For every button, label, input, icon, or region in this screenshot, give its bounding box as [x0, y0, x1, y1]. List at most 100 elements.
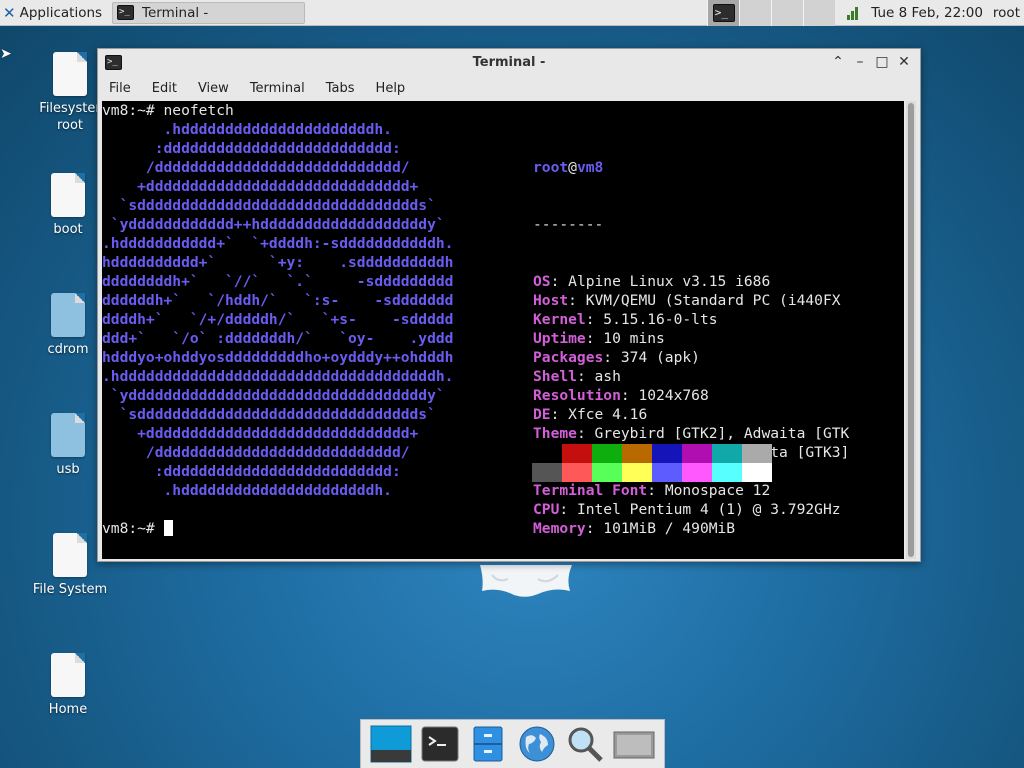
document-icon — [53, 52, 87, 96]
desktop-icon-label: cdrom — [47, 342, 89, 357]
dock-app-finder[interactable] — [563, 722, 607, 766]
info-key: Memory — [533, 520, 586, 537]
desktop-icon — [370, 725, 412, 763]
desktop-icon-cdrom[interactable]: cdrom — [28, 293, 108, 358]
minimize-icon[interactable]: – — [850, 53, 870, 71]
workspace-1[interactable]: >_ — [707, 0, 740, 26]
logo-line: .hddddddddddddddddddddddddddddddddddddh. — [102, 368, 454, 385]
info-value: 1024x768 — [638, 387, 709, 404]
info-value: 101MiB / 490MiB — [603, 520, 736, 537]
color-swatch — [532, 444, 562, 463]
dock — [360, 719, 665, 768]
logo-line: ddddh+` `/+/dddddh/` `+s- -sddddd — [102, 311, 454, 328]
dock-folder[interactable] — [612, 722, 656, 766]
xfce-mouse-mascot-icon — [480, 565, 572, 597]
info-row: Host: KVM/QEMU (Standard PC (i440FX — [533, 292, 841, 309]
logo-line: /dddddddddddddddddddddddddddd/ — [102, 159, 410, 176]
color-swatch — [592, 444, 622, 463]
dock-web-browser[interactable] — [515, 722, 559, 766]
taskbar-item-terminal[interactable]: >_ Terminal - — [112, 1, 306, 24]
info-row: Terminal Font: Monospace 12 — [533, 482, 771, 499]
menu-edit[interactable]: Edit — [141, 81, 187, 96]
desktop-icon-home[interactable]: Home — [28, 653, 108, 718]
logo-line: `ydddddddddddd++hdddddddddddddddddddy` — [102, 216, 445, 233]
info-host: vm8 — [576, 159, 604, 176]
drive-icon — [613, 731, 655, 759]
file-cabinet-icon — [473, 726, 503, 762]
info-row: Resolution: 1024x768 — [533, 387, 709, 404]
color-swatch — [532, 463, 562, 482]
dock-show-desktop[interactable] — [369, 722, 413, 766]
maximize-icon[interactable]: □ — [872, 53, 892, 71]
info-value: 5.15.16-0-lts — [603, 311, 718, 328]
terminal-window[interactable]: >_ Terminal - ⌃ – □ ✕ File Edit View Ter… — [97, 48, 921, 562]
workspace-2[interactable] — [739, 0, 772, 26]
workspace-3[interactable] — [771, 0, 804, 26]
network-icon[interactable] — [847, 5, 863, 21]
active-prompt[interactable]: vm8:~# — [102, 519, 173, 538]
logo-line: ddd+` `/o` :dddddddh/` `oy- .yddd — [102, 330, 454, 347]
top-panel: ✕ Applications >_ Terminal - >_ Tue 8 Fe… — [0, 0, 1024, 26]
scrollbar-thumb[interactable] — [908, 103, 914, 557]
rollup-icon[interactable]: ⌃ — [828, 53, 848, 71]
info-value: Greybird [GTK2], Adwaita [GTK — [594, 425, 850, 442]
drive-icon — [51, 413, 85, 457]
logo-line: :dddddddddddddddddddddddddd: — [102, 140, 401, 157]
close-icon[interactable]: ✕ — [894, 53, 914, 71]
clock[interactable]: Tue 8 Feb, 22:00 — [871, 5, 983, 21]
info-value: 10 mins — [603, 330, 665, 347]
menu-tabs[interactable]: Tabs — [315, 81, 365, 96]
info-key: Host — [533, 292, 569, 309]
info-value: Xfce 4.16 — [568, 406, 648, 423]
logo-line: .hddddddddddd+` `+ddddh:-sdddddddddddh. — [102, 235, 454, 252]
color-palette — [532, 444, 772, 482]
desktop-icon-boot[interactable]: boot — [28, 173, 108, 238]
dock-terminal[interactable] — [418, 722, 462, 766]
color-swatch — [742, 444, 772, 463]
info-row: Packages: 374 (apk) — [533, 349, 700, 366]
menu-terminal[interactable]: Terminal — [239, 81, 315, 96]
desktop-icon-usb[interactable]: usb — [28, 413, 108, 478]
color-swatch — [712, 463, 742, 482]
scrollbar[interactable] — [906, 101, 916, 559]
info-key: Uptime — [533, 330, 586, 347]
info-key: Kernel — [533, 311, 586, 328]
color-swatch — [652, 463, 682, 482]
menu-file[interactable]: File — [98, 81, 141, 96]
logo-line: +dddddddddddddddddddddddddddddd+ — [102, 178, 419, 195]
info-value: Intel Pentium 4 (1) @ 3.792GHz — [576, 501, 841, 518]
logo-line: `yddddddddddddddddddddddddddddddddddy` — [102, 387, 445, 404]
info-value: Alpine Linux v3.15 i686 — [568, 273, 771, 290]
alpine-ascii-logo: .hddddddddddddddddddddddh. :dddddddddddd… — [102, 120, 453, 500]
logo-line: +dddddddddddddddddddddddddddddd+ — [102, 425, 419, 442]
menubar: File Edit View Terminal Tabs Help — [98, 76, 920, 100]
menu-help[interactable]: Help — [365, 81, 416, 96]
logo-line: `sdddddddddddddddddddddddddddddddds` — [102, 406, 436, 423]
info-key: Packages — [533, 349, 604, 366]
applications-menu-button[interactable]: ✕ Applications — [0, 0, 108, 26]
logo-line: hdddyo+ohddyosdddddddddho+oydddy++ohdddh — [102, 349, 454, 366]
logo-line: .hddddddddddddddddddddddh. — [102, 482, 392, 499]
prompt-text: vm8:~# — [102, 520, 164, 537]
logo-line: .hddddddddddddddddddddddh. — [102, 121, 392, 138]
document-icon — [51, 653, 85, 697]
info-value: ash — [594, 368, 621, 385]
info-row: Theme: Greybird [GTK2], Adwaita [GTK — [533, 425, 850, 442]
user-menu[interactable]: root — [993, 5, 1020, 21]
terminal-screen[interactable]: vm8:~# neofetch .hdddddddddddddddddddddd… — [102, 101, 904, 559]
info-value: KVM/QEMU (Standard PC (i440FX — [585, 292, 841, 309]
logo-line: hdddddddddd+` `+y: .sddddddddddh — [102, 254, 454, 271]
window-titlebar[interactable]: >_ Terminal - ⌃ – □ ✕ — [98, 49, 920, 76]
info-key: CPU — [533, 501, 560, 518]
workspace-4[interactable] — [803, 0, 836, 26]
desktop-icon-label: boot — [53, 222, 83, 237]
logo-line: /dddddddddddddddddddddddddddd/ — [102, 444, 410, 461]
logo-line: :dddddddddddddddddddddddddd: — [102, 463, 401, 480]
dock-file-manager[interactable] — [466, 722, 510, 766]
menu-view[interactable]: View — [187, 81, 239, 96]
document-icon — [51, 173, 85, 217]
color-swatch — [652, 444, 682, 463]
terminal-icon — [421, 726, 459, 762]
info-value: 374 (apk) — [620, 349, 700, 366]
system-info: root@vm8 -------- OS: Alpine Linux v3.15… — [533, 120, 849, 559]
